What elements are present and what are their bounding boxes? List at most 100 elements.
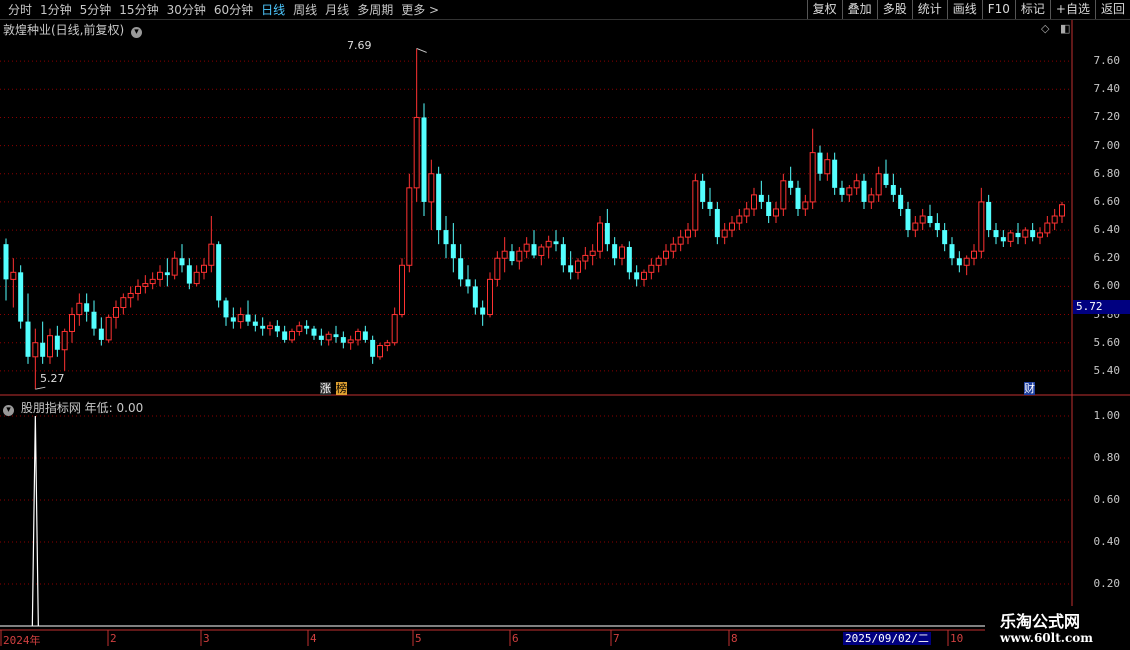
period-tab[interactable]: 60分钟 <box>214 1 253 18</box>
candle-body <box>362 331 368 340</box>
diamond-icon[interactable]: ◇ <box>1041 22 1049 35</box>
indicator-tick-label: 0.40 <box>1093 535 1121 548</box>
candle-body <box>655 257 662 266</box>
candle-body <box>553 241 559 245</box>
candle-body <box>201 264 207 273</box>
period-tab[interactable]: 15分钟 <box>119 1 158 18</box>
candle-body <box>531 244 537 256</box>
price-tick-label: 6.20 <box>1093 251 1121 265</box>
period-tab[interactable]: 5分钟 <box>80 1 112 18</box>
candle-body <box>919 215 926 224</box>
candle-body <box>721 229 728 238</box>
indicator-title[interactable]: ▾ 股朋指标网 年低: 0.00 <box>3 399 143 416</box>
candle-body <box>1051 215 1058 224</box>
period-tab[interactable]: 月线 <box>325 1 349 18</box>
candle-body <box>670 243 677 252</box>
month-label: 8 <box>731 632 738 645</box>
candle-body <box>127 292 134 299</box>
price-tick-label: 5.60 <box>1093 335 1121 349</box>
candle-body <box>1007 232 1014 242</box>
candle-body <box>164 272 170 276</box>
current-price-tag: 5.72 <box>1073 300 1130 314</box>
candle-body <box>25 321 31 357</box>
period-toolbar: 分时 1分钟 5分钟 15分钟 30分钟 60分钟 日线 周线 月线 多周期 更多 > 复权 叠加 多股… <box>0 0 1130 20</box>
candle-body <box>912 222 919 231</box>
candle-body <box>934 223 940 231</box>
candle-body <box>677 236 684 245</box>
period-tab[interactable]: 30分钟 <box>167 1 206 18</box>
candle-body <box>465 279 471 287</box>
toolbar-action-button[interactable]: +自选 <box>1049 0 1095 19</box>
candle-body <box>113 307 119 318</box>
indicator-tick-label: 0.80 <box>1093 451 1121 464</box>
candle-body <box>648 264 655 273</box>
toolbar-action-button[interactable]: 统计 <box>911 0 947 19</box>
toolbar-action-button[interactable]: 复权 <box>806 0 842 19</box>
period-tab[interactable]: 周线 <box>293 1 317 18</box>
candle-body <box>296 325 303 332</box>
stock-title[interactable]: 敦煌种业(日线,前复权) ▾ <box>3 21 143 38</box>
candle-body <box>942 230 948 245</box>
indicator-tick-label: 0.20 <box>1093 577 1121 590</box>
toolbar-action-button[interactable]: 多股 <box>876 0 912 19</box>
candle-body <box>193 271 200 285</box>
candle-body <box>634 272 640 280</box>
candle-body <box>40 342 46 357</box>
period-tab[interactable]: 1分钟 <box>40 1 72 18</box>
period-tab[interactable]: 多周期 <box>357 1 393 18</box>
period-tab[interactable]: 分时 <box>8 1 32 18</box>
chevron-down-icon[interactable]: ▾ <box>131 27 143 38</box>
candle-body <box>619 246 625 259</box>
candle-body <box>1022 229 1029 238</box>
candle-body <box>832 159 838 188</box>
period-tab[interactable]: 更多 > <box>401 1 439 18</box>
candle-body <box>333 334 339 338</box>
candle-body <box>436 173 442 231</box>
toolbar-action-button[interactable]: 叠加 <box>841 0 877 19</box>
kline-chart[interactable] <box>0 0 1130 650</box>
candle-body <box>274 325 280 332</box>
ranking-badge[interactable]: 榜 <box>336 382 347 395</box>
price-tick-label: 7.60 <box>1093 54 1121 68</box>
candle-body <box>61 330 68 351</box>
candle-body <box>384 342 391 347</box>
high-marker-line <box>416 47 427 53</box>
candle-body <box>1037 232 1043 238</box>
toolbar-action-button[interactable]: 标记 <box>1014 0 1050 19</box>
candle-body <box>282 331 288 340</box>
candle-body <box>252 321 258 326</box>
price-tick-label: 7.20 <box>1093 110 1121 124</box>
candle-body <box>355 330 361 341</box>
candle-body <box>773 208 779 217</box>
candle-body <box>861 180 867 202</box>
panel-toggle-icon[interactable]: ◧ <box>1060 22 1070 35</box>
candle-body <box>443 230 449 245</box>
candle-body <box>1000 237 1006 242</box>
candle-body <box>480 307 486 315</box>
cursor-date: 2025/09/02/二 <box>843 632 931 645</box>
chevron-down-icon[interactable]: ▾ <box>3 405 14 416</box>
candle-body <box>472 286 478 308</box>
candle-body <box>340 337 346 343</box>
limit-up-badge[interactable]: 涨 <box>320 382 331 395</box>
candle-body <box>347 339 354 344</box>
candle-body <box>1015 232 1021 238</box>
candle-body <box>54 335 60 350</box>
candle-body <box>824 159 831 175</box>
candle-body <box>729 222 735 231</box>
candle-body <box>589 250 596 256</box>
candle-body <box>956 258 962 266</box>
candle-body <box>743 208 750 217</box>
month-label: 10 <box>950 632 964 645</box>
financial-badge[interactable]: 财 <box>1024 382 1035 395</box>
candle-body <box>780 180 787 210</box>
price-tick-label: 5.40 <box>1093 363 1121 377</box>
period-tab[interactable]: 日线 <box>261 1 285 18</box>
toolbar-action-button[interactable]: F10 <box>981 0 1015 19</box>
price-tick-label: 6.40 <box>1093 223 1121 237</box>
candle-body <box>406 187 413 266</box>
candle-body <box>120 297 127 309</box>
toolbar-action-button[interactable]: 返回 <box>1094 0 1130 19</box>
toolbar-action-button[interactable]: 画线 <box>946 0 982 19</box>
candle-body <box>69 314 75 332</box>
